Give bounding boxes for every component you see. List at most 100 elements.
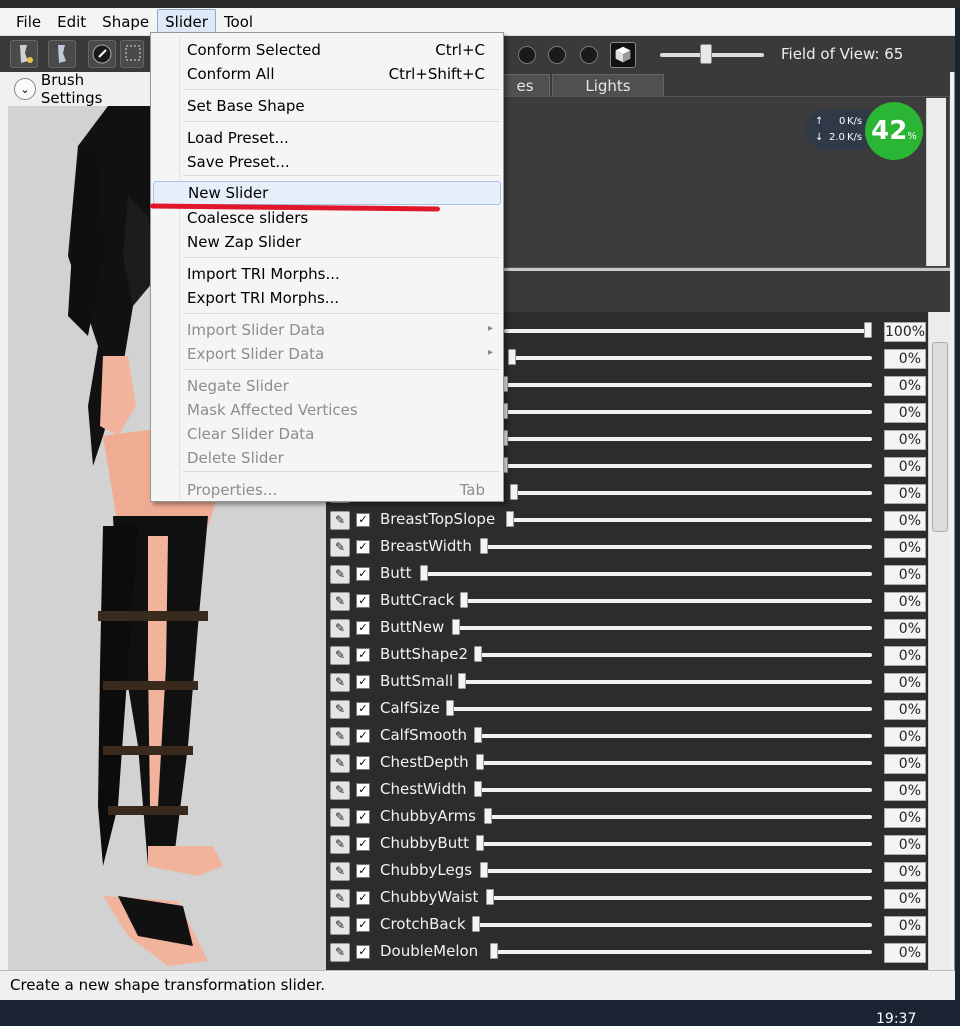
slider-track[interactable] (464, 599, 872, 603)
slider-thumb[interactable] (476, 835, 484, 851)
edit-pencil-icon[interactable]: ✎ (330, 943, 350, 962)
mask-tool-icon[interactable] (48, 40, 76, 68)
menu-slider[interactable]: Slider (157, 8, 216, 35)
edit-pencil-icon[interactable]: ✎ (330, 565, 350, 584)
slider-thumb[interactable] (472, 916, 480, 932)
menu-item-conform-all[interactable]: Conform All Ctrl+Shift+C (153, 63, 501, 87)
edit-pencil-icon[interactable]: ✎ (330, 835, 350, 854)
edit-pencil-icon[interactable]: ✎ (330, 646, 350, 665)
slider-thumb[interactable] (474, 727, 482, 743)
upper-scrollbar[interactable] (926, 98, 946, 266)
slider-value-field[interactable]: 0% (884, 484, 926, 504)
menu-item-export-tri-morphs[interactable]: Export TRI Morphs... (153, 287, 501, 311)
edit-pencil-icon[interactable]: ✎ (330, 619, 350, 638)
slider-track[interactable] (514, 491, 872, 495)
slider-track[interactable] (456, 626, 872, 630)
slider-track[interactable] (504, 464, 872, 468)
slider-thumb[interactable] (490, 943, 498, 959)
menu-item-set-base-shape[interactable]: Set Base Shape (153, 95, 501, 119)
slider-value-field[interactable]: 0% (884, 727, 926, 747)
slider-value-field[interactable]: 0% (884, 835, 926, 855)
slider-thumb[interactable] (474, 646, 482, 662)
slider-visible-checkbox[interactable]: ✓ (356, 891, 370, 905)
menu-tool[interactable]: Tool (216, 9, 261, 35)
slider-visible-checkbox[interactable]: ✓ (356, 594, 370, 608)
slider-visible-checkbox[interactable]: ✓ (356, 702, 370, 716)
edit-pencil-icon[interactable]: ✎ (330, 511, 350, 530)
slider-value-field[interactable]: 0% (884, 862, 926, 882)
slider-thumb[interactable] (510, 484, 518, 500)
slider-value-field[interactable]: 0% (884, 700, 926, 720)
slider-thumb[interactable] (506, 511, 514, 527)
menu-shape[interactable]: Shape (94, 9, 157, 35)
slider-visible-checkbox[interactable]: ✓ (356, 918, 370, 932)
menu-item-coalesce-sliders[interactable]: Coalesce sliders (153, 207, 501, 231)
slider-thumb[interactable] (458, 673, 466, 689)
slider-value-field[interactable]: 0% (884, 943, 926, 963)
slider-value-field[interactable]: 0% (884, 349, 926, 369)
slider-visible-checkbox[interactable]: ✓ (356, 540, 370, 554)
edit-pencil-icon[interactable]: ✎ (330, 889, 350, 908)
slider-track[interactable] (504, 383, 872, 387)
slider-track[interactable] (488, 815, 872, 819)
slider-visible-checkbox[interactable]: ✓ (356, 837, 370, 851)
slider-visible-checkbox[interactable]: ✓ (356, 621, 370, 635)
menu-file[interactable]: File (8, 9, 49, 35)
tab-lights[interactable]: Lights (552, 74, 664, 96)
slider-visible-checkbox[interactable]: ✓ (356, 945, 370, 959)
menu-item-conform-selected[interactable]: Conform Selected Ctrl+C (153, 39, 501, 63)
slider-value-field[interactable]: 100% (884, 322, 926, 342)
edit-pencil-icon[interactable]: ✎ (330, 592, 350, 611)
slider-track[interactable] (424, 572, 872, 576)
edit-pencil-icon[interactable]: ✎ (330, 916, 350, 935)
brush-settings-header[interactable]: ⌄ Brush Settings (8, 71, 150, 107)
slider-track[interactable] (450, 707, 872, 711)
menu-item-import-tri-morphs[interactable]: Import TRI Morphs... (153, 263, 501, 287)
slider-track[interactable] (512, 356, 872, 360)
edit-pencil-icon[interactable]: ✎ (330, 754, 350, 773)
slider-visible-checkbox[interactable]: ✓ (356, 729, 370, 743)
slider-value-field[interactable]: 0% (884, 511, 926, 531)
slider-value-field[interactable]: 0% (884, 376, 926, 396)
edit-pencil-icon[interactable]: ✎ (330, 781, 350, 800)
slider-track[interactable] (478, 653, 872, 657)
brush-tool-icon[interactable] (10, 40, 38, 68)
slider-thumb[interactable] (420, 565, 428, 581)
slider-thumb[interactable] (460, 592, 468, 608)
slider-track[interactable] (484, 545, 872, 549)
slider-value-field[interactable]: 0% (884, 916, 926, 936)
slider-value-field[interactable]: 0% (884, 619, 926, 639)
slider-visible-checkbox[interactable]: ✓ (356, 864, 370, 878)
slider-thumb[interactable] (486, 889, 494, 905)
slider-track[interactable] (504, 410, 872, 414)
slider-value-field[interactable]: 0% (884, 754, 926, 774)
slider-value-field[interactable]: 0% (884, 457, 926, 477)
slider-track[interactable] (478, 788, 872, 792)
edit-pencil-icon[interactable]: ✎ (330, 538, 350, 557)
slider-thumb[interactable] (474, 781, 482, 797)
slider-track[interactable] (480, 761, 872, 765)
slider-track[interactable] (462, 680, 872, 684)
edit-pencil-icon[interactable]: ✎ (330, 700, 350, 719)
menu-item-load-preset[interactable]: Load Preset... (153, 127, 501, 151)
edit-pencil-icon[interactable]: ✎ (330, 862, 350, 881)
slider-value-field[interactable]: 0% (884, 646, 926, 666)
shading-mode-3-icon[interactable] (580, 46, 598, 64)
slider-thumb[interactable] (452, 619, 460, 635)
slider-visible-checkbox[interactable]: ✓ (356, 513, 370, 527)
slider-thumb[interactable] (508, 349, 516, 365)
select-tool-icon[interactable] (88, 40, 116, 68)
slider-track[interactable] (478, 734, 872, 738)
edit-pencil-icon[interactable]: ✎ (330, 808, 350, 827)
slider-visible-checkbox[interactable]: ✓ (356, 810, 370, 824)
chevron-down-icon[interactable]: ⌄ (14, 78, 36, 100)
menu-item-new-zap-slider[interactable]: New Zap Slider (153, 231, 501, 255)
menu-item-save-preset[interactable]: Save Preset... (153, 151, 501, 175)
slider-visible-checkbox[interactable]: ✓ (356, 783, 370, 797)
transform-tool-icon[interactable] (120, 40, 144, 68)
slider-value-field[interactable]: 0% (884, 403, 926, 423)
slider-thumb[interactable] (446, 700, 454, 716)
slider-track[interactable] (504, 329, 872, 333)
slider-thumb[interactable] (476, 754, 484, 770)
slider-value-field[interactable]: 0% (884, 673, 926, 693)
